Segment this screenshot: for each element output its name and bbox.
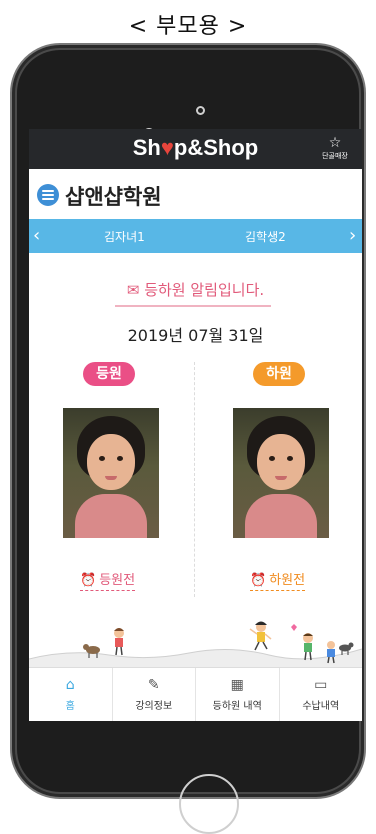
child-selector: ‹ 김자녀1 김학생2 ›	[29, 219, 362, 253]
favorite-store-label: 단골매장	[322, 152, 348, 160]
alarm-clock-icon: ⏰	[80, 573, 97, 588]
app-screen: Sh♥p&Shop ☆ 단골매장 샵앤샵학원 ‹ 김자녀1 김학생2 › ✉ 등…	[29, 129, 362, 721]
chevron-left-icon[interactable]: ‹	[33, 225, 40, 246]
checkout-badge: 하원	[253, 362, 305, 386]
alarm-clock-icon: ⏰	[250, 573, 267, 588]
top-bar: Sh♥p&Shop ☆ 단골매장	[29, 129, 362, 169]
home-button[interactable]	[179, 774, 239, 834]
home-icon: ⌂	[65, 677, 75, 693]
nav-payment-history[interactable]: ▭ 수납내역	[280, 668, 363, 721]
nav-course-info[interactable]: ✎ 강의정보	[113, 668, 196, 721]
nav-home[interactable]: ⌂ 홈	[29, 668, 113, 721]
kids-illustration	[29, 619, 362, 667]
menu-icon[interactable]	[37, 184, 59, 206]
academy-name: 샵앤샵학원	[65, 185, 162, 209]
nav-attendance-history-label: 등하원 내역	[212, 701, 262, 712]
child-tab-2[interactable]: 김학생2	[245, 228, 286, 245]
nav-course-info-label: 강의정보	[135, 701, 173, 712]
card-icon: ▭	[314, 677, 328, 693]
attendance-date: 2019년 07월 31일	[127, 326, 264, 345]
checkout-status: ⏰ 하원전	[250, 569, 306, 591]
column-divider	[194, 362, 195, 597]
calendar-icon: ▦	[230, 677, 244, 693]
checkout-photo	[233, 408, 329, 538]
academy-header: 샵앤샵학원	[29, 169, 362, 219]
pin-icon: ♥	[160, 135, 174, 160]
checkin-badge: 등원	[83, 362, 135, 386]
bottom-navigation: ⌂ 홈 ✎ 강의정보 ▦ 등하원 내역 ▭ 수납내역	[29, 667, 362, 721]
notice-title: ✉ 등하원 알림입니다.	[126, 281, 265, 299]
notice-underline	[115, 305, 271, 307]
front-sensor	[196, 106, 205, 115]
checkin-status: ⏰ 등원전	[80, 569, 136, 591]
star-icon: ☆	[328, 135, 342, 151]
checkin-photo	[63, 408, 159, 538]
edit-icon: ✎	[147, 677, 160, 693]
nav-home-label: 홈	[65, 701, 75, 712]
chevron-right-icon[interactable]: ›	[349, 225, 356, 246]
child-tab-1[interactable]: 김자녀1	[104, 228, 145, 245]
favorite-store-button[interactable]: ☆ 단골매장	[318, 135, 352, 161]
nav-payment-history-label: 수납내역	[302, 701, 340, 712]
nav-attendance-history[interactable]: ▦ 등하원 내역	[196, 668, 280, 721]
envelope-icon: ✉	[126, 281, 140, 299]
shop-logo[interactable]: Sh♥p&Shop	[29, 135, 362, 161]
page-caption: < 부모용 >	[128, 14, 248, 39]
